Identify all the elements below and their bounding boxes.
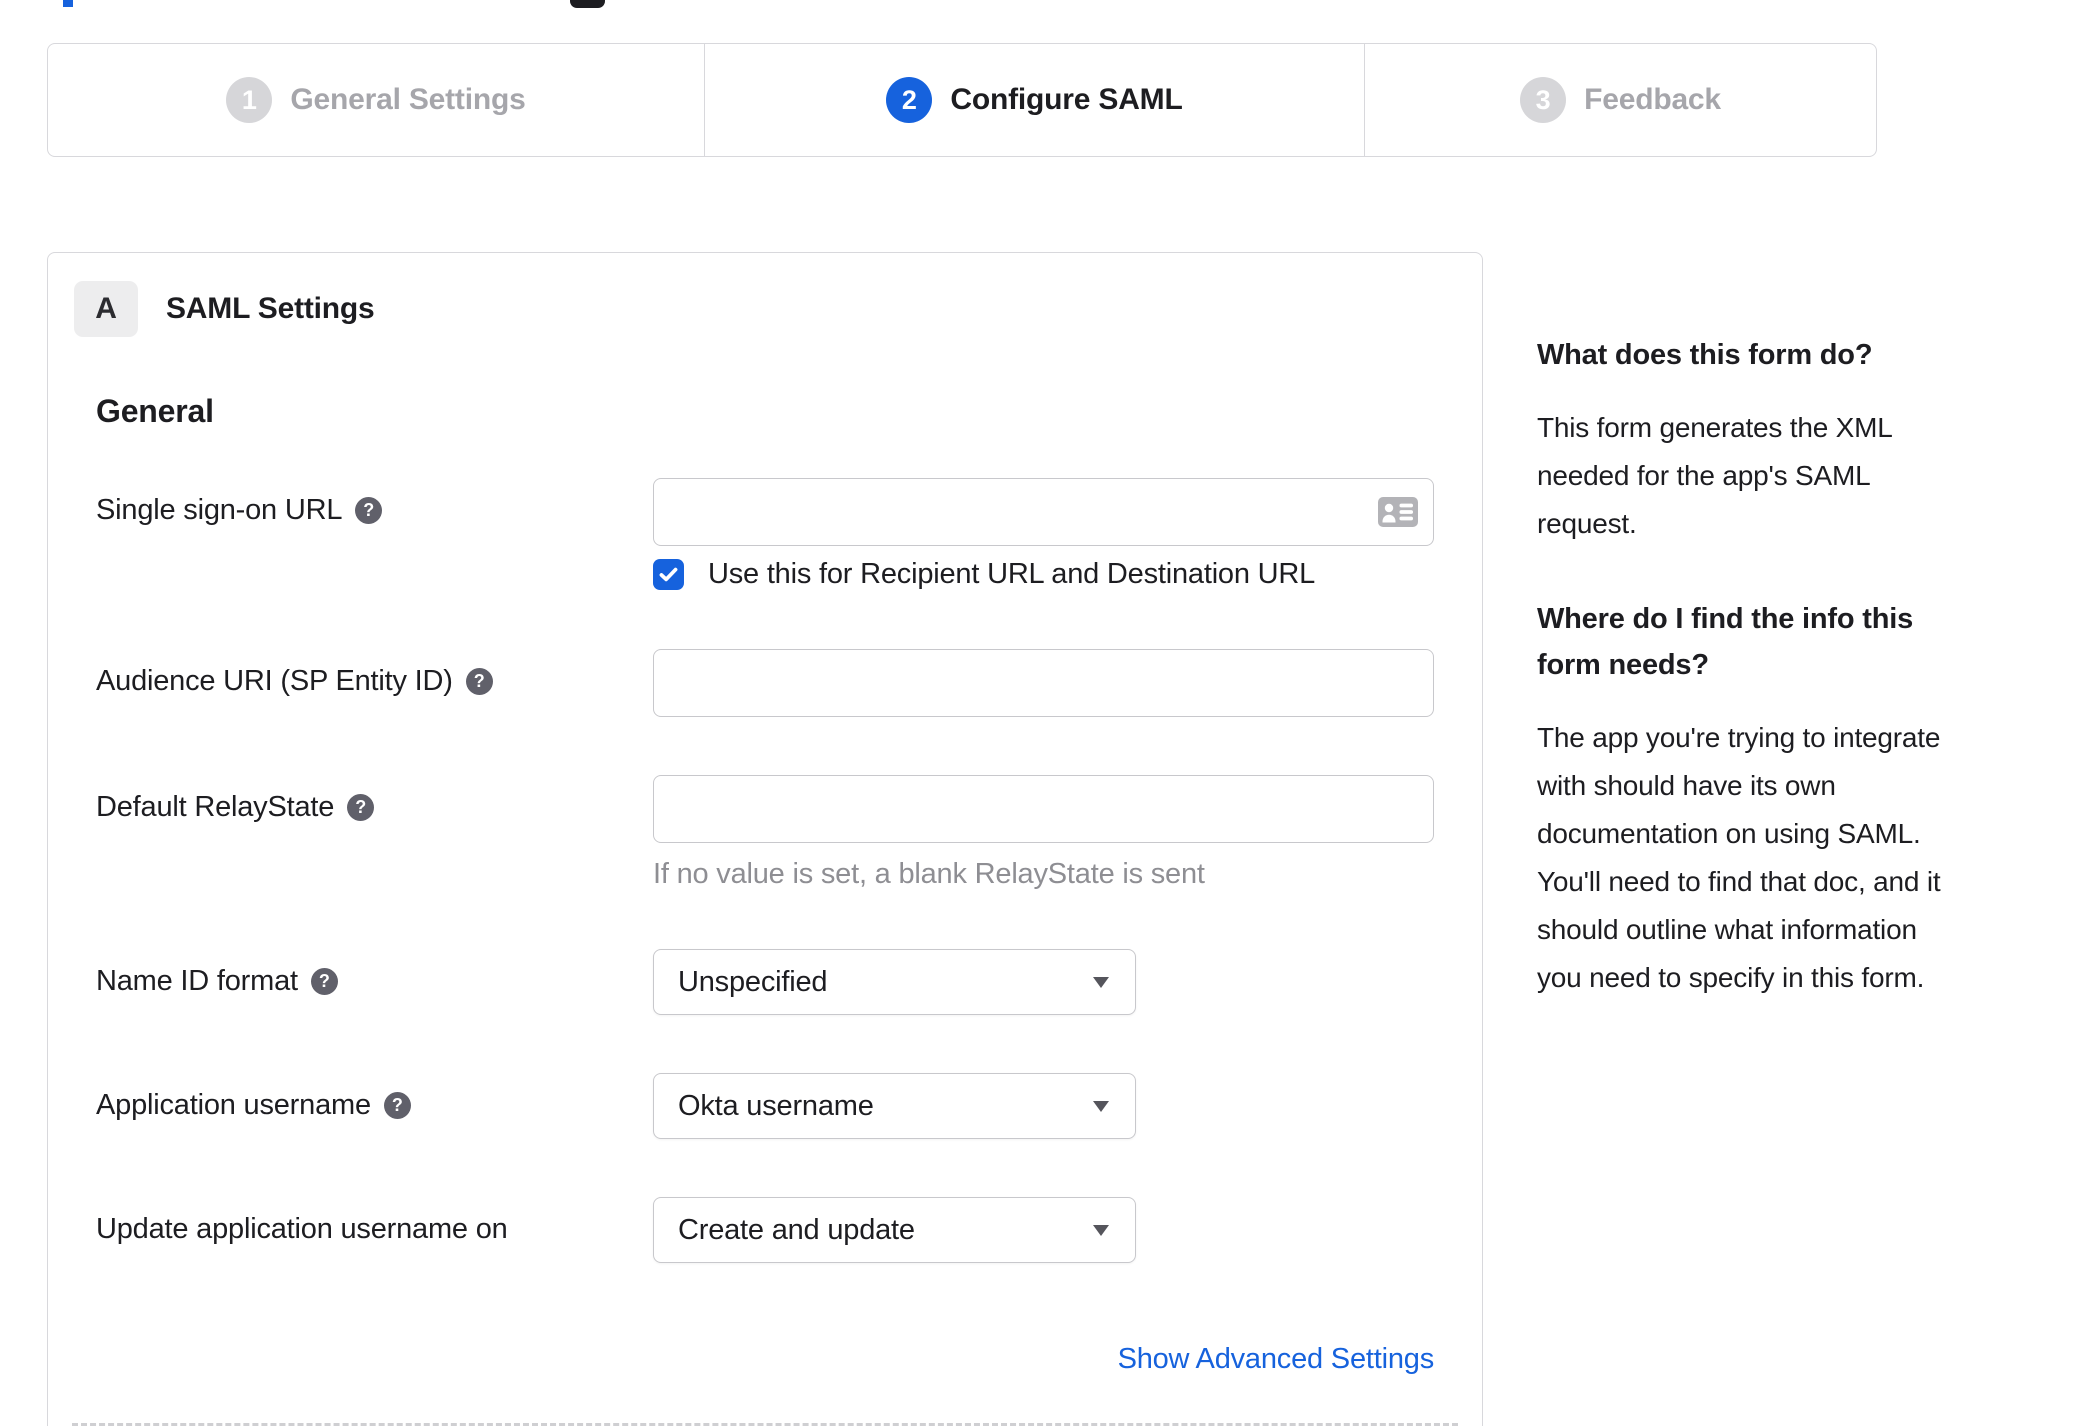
audience-uri-input[interactable] (653, 649, 1434, 717)
name-id-format-select[interactable]: Unspecified (653, 949, 1136, 1015)
step-1-circle: 1 (226, 77, 273, 123)
sso-url-label-cell: Single sign-on URL? (72, 478, 653, 591)
advanced-settings-row: Show Advanced Settings (72, 1343, 1458, 1376)
field-row-audience-uri: Audience URI (SP Entity ID)? (72, 649, 1458, 717)
saml-general-form: Single sign-on URL? Use this for Recipie… (72, 478, 1458, 1376)
help-heading-what: What does this form do? (1537, 339, 1873, 371)
name-id-format-label-cell: Name ID format? (72, 949, 653, 1015)
sso-url-input[interactable] (653, 478, 1434, 546)
help-section-what: What does this form do? This form genera… (1537, 332, 1957, 548)
update-app-username-value: Create and update (678, 1213, 915, 1246)
field-row-sso-url: Single sign-on URL? Use this for Recipie… (72, 478, 1458, 591)
sso-url-input-wrap (653, 478, 1434, 546)
chevron-down-icon (1093, 1101, 1109, 1112)
recipient-url-checkbox-label: Use this for Recipient URL and Destinati… (708, 558, 1316, 590)
chevron-down-icon (1093, 1225, 1109, 1236)
audience-uri-input-wrap (653, 649, 1434, 717)
step-2-circle: 2 (886, 77, 933, 123)
name-id-format-label: Name ID format (96, 965, 298, 997)
section-title: SAML Settings (166, 292, 375, 325)
show-advanced-settings-link[interactable]: Show Advanced Settings (1118, 1343, 1435, 1375)
name-id-format-value: Unspecified (678, 965, 828, 998)
top-edge-dark-fragment (570, 0, 605, 8)
step-configure-saml[interactable]: 2 Configure SAML (704, 44, 1364, 156)
help-heading-where: Where do I find the info this form needs… (1537, 603, 1914, 681)
update-app-username-label-cell: Update application username on (72, 1197, 653, 1263)
field-row-application-username: Application username? Okta username (72, 1073, 1458, 1139)
section-header: A SAML Settings (74, 281, 1458, 337)
step-3-label: Feedback (1584, 83, 1721, 116)
help-icon[interactable]: ? (355, 497, 383, 524)
update-app-username-select[interactable]: Create and update (653, 1197, 1136, 1263)
help-icon[interactable]: ? (383, 1092, 411, 1119)
checkmark-icon (659, 567, 678, 582)
application-username-select[interactable]: Okta username (653, 1073, 1136, 1139)
audience-uri-label: Audience URI (SP Entity ID) (96, 665, 453, 697)
field-row-name-id-format: Name ID format? Unspecified (72, 949, 1458, 1015)
contact-card-icon[interactable] (1378, 497, 1418, 527)
relaystate-input[interactable] (653, 775, 1434, 843)
chevron-down-icon (1093, 977, 1109, 988)
help-icon[interactable]: ? (347, 794, 375, 821)
app-username-label-cell: Application username? (72, 1073, 653, 1139)
recipient-url-checkbox-row: Use this for Recipient URL and Destinati… (653, 558, 1434, 591)
relaystate-input-wrap (653, 775, 1434, 843)
help-body-where: The app you're trying to integrate with … (1537, 722, 1941, 993)
application-username-value: Okta username (678, 1089, 874, 1122)
step-2-label: Configure SAML (950, 83, 1183, 116)
update-app-username-label: Update application username on (96, 1213, 508, 1245)
app-username-label: Application username (96, 1089, 371, 1121)
help-section-where: Where do I find the info this form needs… (1537, 596, 1957, 1002)
audience-uri-label-cell: Audience URI (SP Entity ID)? (72, 649, 653, 717)
help-panel: What does this form do? This form genera… (1537, 332, 1957, 1050)
help-icon[interactable]: ? (465, 668, 493, 695)
step-3-circle: 3 (1520, 77, 1567, 123)
step-general-settings[interactable]: 1 General Settings (48, 44, 704, 156)
configure-saml-page: 1 General Settings 2 Configure SAML 3 Fe… (0, 0, 2092, 1426)
general-heading: General (96, 393, 214, 429)
step-1-label: General Settings (290, 83, 526, 116)
relaystate-label: Default RelayState (96, 791, 335, 823)
saml-settings-card: A SAML Settings General Single sign-on U… (47, 252, 1483, 1426)
field-row-default-relaystate: Default RelayState? If no value is set, … (72, 775, 1458, 891)
relaystate-hint: If no value is set, a blank RelayState i… (653, 858, 1205, 890)
field-row-update-app-username: Update application username on Create an… (72, 1197, 1458, 1263)
help-body-what: This form generates the XML needed for t… (1537, 412, 1892, 539)
recipient-url-checkbox[interactable] (653, 559, 684, 590)
top-edge-blue-fragment (63, 0, 73, 7)
sso-url-label: Single sign-on URL (96, 494, 343, 526)
section-a-badge: A (74, 281, 138, 337)
step-feedback[interactable]: 3 Feedback (1364, 44, 1876, 156)
wizard-stepper: 1 General Settings 2 Configure SAML 3 Fe… (47, 43, 1877, 157)
relaystate-label-cell: Default RelayState? (72, 775, 653, 891)
help-icon[interactable]: ? (310, 968, 338, 995)
